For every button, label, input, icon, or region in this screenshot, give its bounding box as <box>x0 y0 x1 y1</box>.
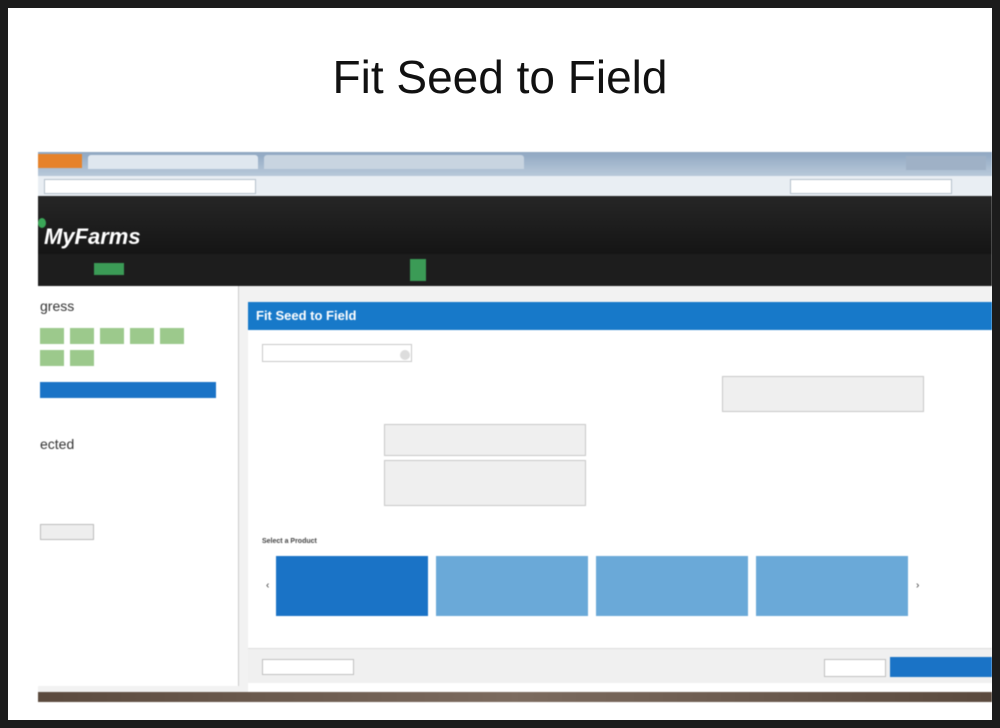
panel-title: Fit Seed to Field <box>256 308 357 323</box>
product-listbox[interactable] <box>384 460 586 506</box>
product-card[interactable] <box>756 556 908 616</box>
product-card[interactable] <box>436 556 588 616</box>
progress-step[interactable] <box>160 328 184 344</box>
planting-listbox[interactable] <box>384 424 586 456</box>
progress-steps <box>40 328 216 372</box>
browser-tab[interactable] <box>88 155 258 169</box>
main-nav <box>38 254 992 286</box>
browser-tab[interactable] <box>264 155 524 169</box>
app-screenshot: MyFarms gress ected Fit Seed to Field Se… <box>38 152 992 702</box>
chevron-down-icon[interactable] <box>400 350 410 360</box>
progress-heading: gress <box>40 298 75 314</box>
app-logo[interactable]: MyFarms <box>44 224 141 250</box>
nav-item-active[interactable] <box>410 259 426 281</box>
back-button[interactable] <box>262 659 354 675</box>
panel-footer <box>248 648 992 683</box>
url-field[interactable] <box>44 179 256 194</box>
window-controls[interactable] <box>906 156 986 170</box>
product-card[interactable] <box>276 556 428 616</box>
browser-search-field[interactable] <box>790 179 952 194</box>
sidebar-secondary-button[interactable] <box>40 524 94 540</box>
list-option[interactable] <box>385 429 585 433</box>
chevron-left-icon[interactable]: ‹ <box>266 580 269 591</box>
panel-header: Fit Seed to Field <box>248 302 992 330</box>
progress-step[interactable] <box>40 350 64 366</box>
list-option[interactable] <box>723 385 923 389</box>
scenario-select[interactable] <box>262 344 412 362</box>
browser-tab-bar <box>38 152 992 176</box>
slide-title: Fit Seed to Field <box>332 51 668 103</box>
progress-step[interactable] <box>70 350 94 366</box>
list-option[interactable] <box>385 469 585 473</box>
presentation-slide: Fit Seed to Field MyFarms gress ected Fi… <box>8 8 992 720</box>
browser-address-bar <box>38 176 992 197</box>
select-product-label: Select a Product <box>262 538 317 545</box>
selected-heading: ected <box>40 436 75 452</box>
create-plan-button[interactable] <box>890 657 992 677</box>
sidebar: gress ected <box>38 286 239 686</box>
progress-step[interactable] <box>40 328 64 344</box>
reset-button[interactable] <box>824 659 886 677</box>
characteristics-listbox[interactable] <box>722 376 924 412</box>
product-card[interactable] <box>596 556 748 616</box>
progress-step[interactable] <box>70 328 94 344</box>
progress-step[interactable] <box>130 328 154 344</box>
chevron-right-icon[interactable]: › <box>916 580 919 591</box>
season-badge[interactable] <box>94 263 124 275</box>
browser-tab[interactable] <box>38 154 82 168</box>
app-header: MyFarms <box>38 196 992 254</box>
taskbar-strip <box>38 692 992 702</box>
progress-step[interactable] <box>100 328 124 344</box>
sidebar-primary-button[interactable] <box>40 382 216 398</box>
main-panel: Select a Product ‹ › <box>248 330 992 702</box>
